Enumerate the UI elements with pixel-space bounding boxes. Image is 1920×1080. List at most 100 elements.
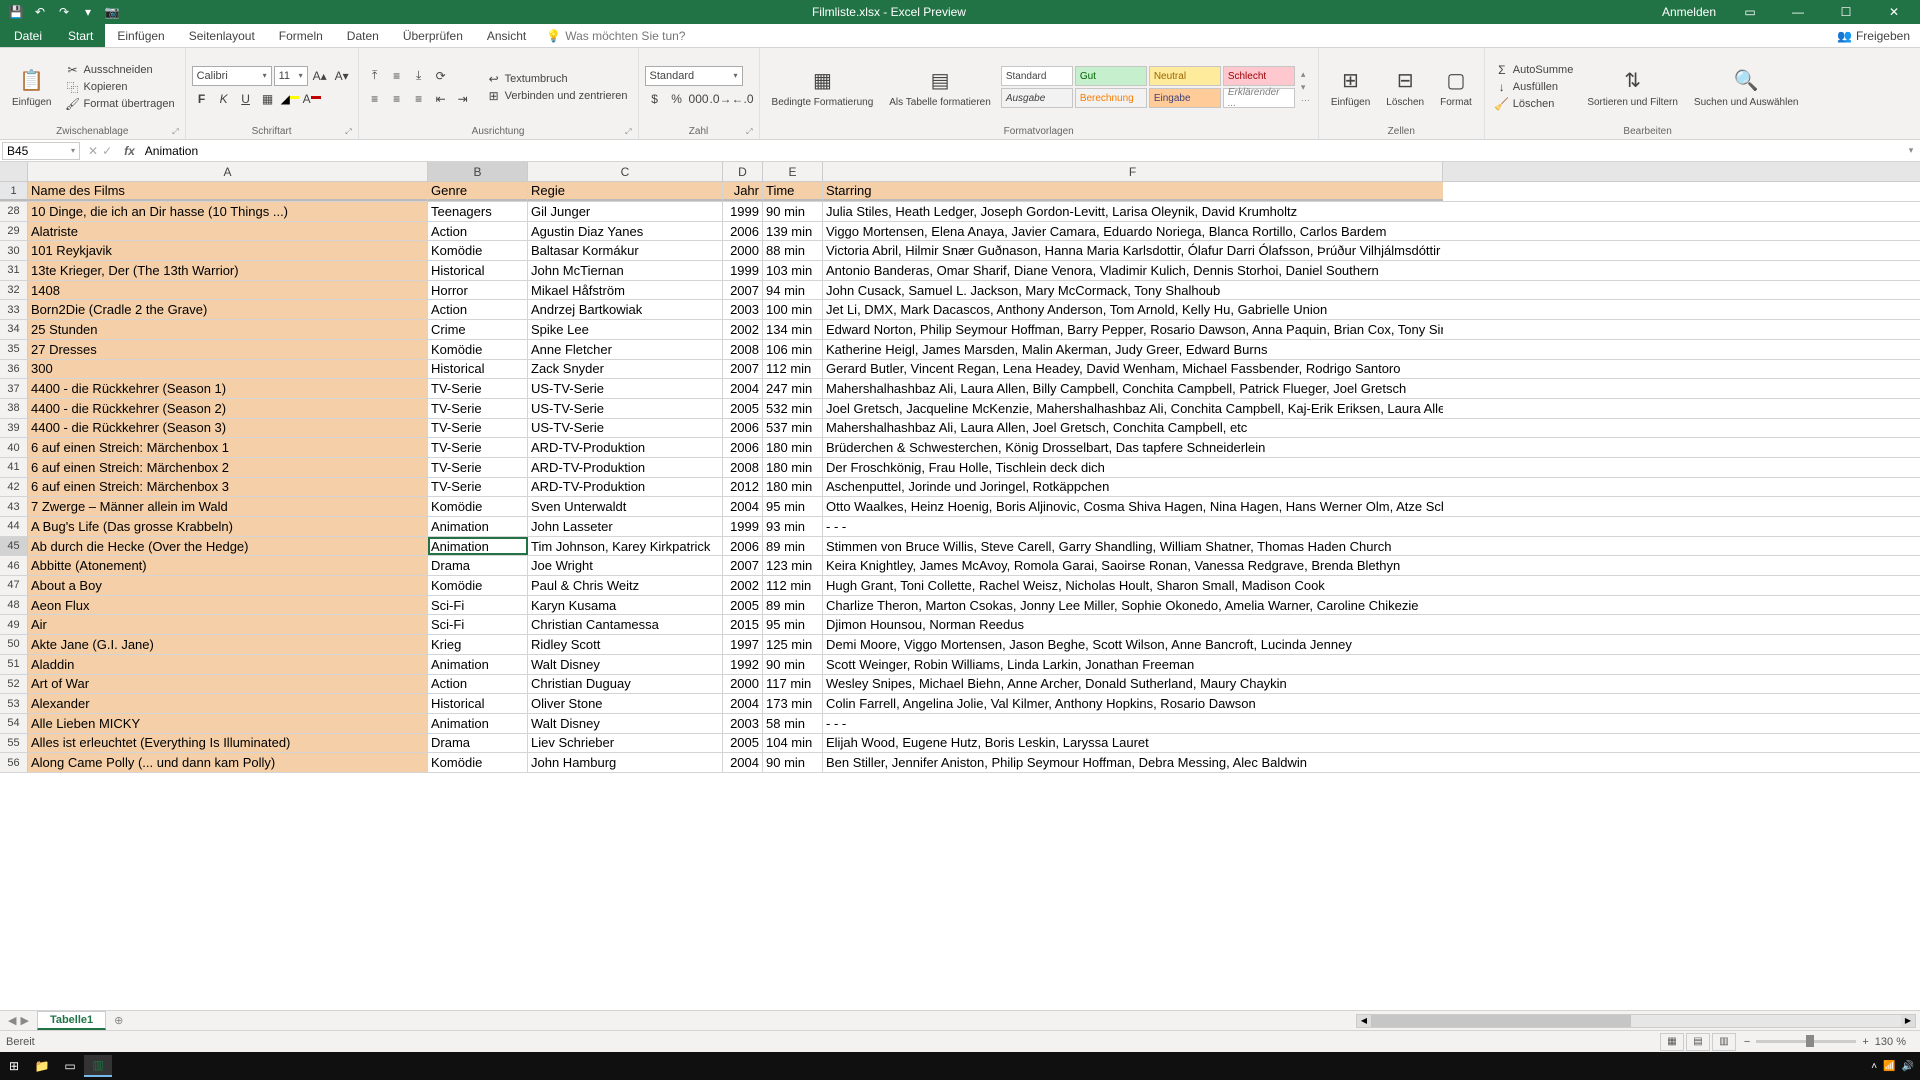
style-gut[interactable]: Gut	[1075, 66, 1147, 86]
row-head[interactable]: 31	[0, 261, 28, 280]
row-head[interactable]: 49	[0, 615, 28, 634]
cell-E[interactable]: 112 min	[763, 360, 823, 379]
row-head[interactable]: 42	[0, 478, 28, 497]
cell-A[interactable]: Aladdin	[28, 655, 428, 674]
clear-button[interactable]: 🧹Löschen	[1491, 96, 1578, 112]
cell-E[interactable]: 90 min	[763, 202, 823, 221]
cell-C[interactable]: Baltasar Kormákur	[528, 241, 723, 260]
cell-B[interactable]: Krieg	[428, 635, 528, 654]
cell-D[interactable]: 2015	[723, 615, 763, 634]
cell-A[interactable]: 4400 - die Rückkehrer (Season 1)	[28, 379, 428, 398]
align-center-icon[interactable]: ≡	[387, 89, 407, 109]
cell-A[interactable]: Aeon Flux	[28, 596, 428, 615]
cell-C[interactable]: US-TV-Serie	[528, 419, 723, 438]
row-head[interactable]: 35	[0, 340, 28, 359]
gallery-up-icon[interactable]: ▴	[1301, 69, 1310, 80]
row-head[interactable]: 32	[0, 281, 28, 300]
cell-A[interactable]: 6 auf einen Streich: Märchenbox 3	[28, 478, 428, 497]
cell-B[interactable]: Teenagers	[428, 202, 528, 221]
row-head[interactable]: 46	[0, 556, 28, 575]
autosum-button[interactable]: ΣAutoSumme	[1491, 62, 1578, 78]
cell-D[interactable]: 2003	[723, 714, 763, 733]
italic-button[interactable]: K	[214, 89, 234, 109]
tray-network-icon[interactable]: 📶	[1883, 1061, 1895, 1072]
cell-D[interactable]: 2002	[723, 320, 763, 339]
cell-C[interactable]: Joe Wright	[528, 556, 723, 575]
orientation-icon[interactable]: ⟳	[431, 66, 451, 86]
cell-C[interactable]: ARD-TV-Produktion	[528, 438, 723, 457]
align-top-icon[interactable]: ⤒	[365, 66, 385, 86]
cell-C[interactable]: Andrzej Bartkowiak	[528, 300, 723, 319]
wrap-text-button[interactable]: ↩Textumbruch	[483, 71, 632, 87]
cut-button[interactable]: ✂Ausschneiden	[61, 62, 178, 78]
row-head[interactable]: 29	[0, 222, 28, 241]
sign-in-link[interactable]: Anmelden	[1654, 5, 1724, 19]
cell-D[interactable]: 2004	[723, 753, 763, 772]
scroll-right-icon[interactable]: ▶	[1901, 1015, 1915, 1027]
number-format-select[interactable]: Standard▾	[645, 66, 743, 86]
cell-E[interactable]: 58 min	[763, 714, 823, 733]
cell-E[interactable]: 117 min	[763, 675, 823, 694]
cell-D[interactable]: 2007	[723, 556, 763, 575]
cell-E[interactable]: 104 min	[763, 734, 823, 753]
increase-font-icon[interactable]: A▴	[310, 66, 330, 86]
cell-F[interactable]: Keira Knightley, James McAvoy, Romola Ga…	[823, 556, 1443, 575]
cell-E[interactable]: 139 min	[763, 222, 823, 241]
cell-D[interactable]: 2000	[723, 675, 763, 694]
col-head-D[interactable]: D	[723, 162, 763, 181]
cell-F[interactable]: Der Froschkönig, Frau Holle, Tischlein d…	[823, 458, 1443, 477]
thousands-icon[interactable]: 000	[689, 89, 709, 109]
cell-A[interactable]: Born2Die (Cradle 2 the Grave)	[28, 300, 428, 319]
cell-A[interactable]: Akte Jane (G.I. Jane)	[28, 635, 428, 654]
cell-F[interactable]: Ben Stiller, Jennifer Aniston, Philip Se…	[823, 753, 1443, 772]
cell-F[interactable]: Gerard Butler, Vincent Regan, Lena Heade…	[823, 360, 1443, 379]
cell-B[interactable]: Historical	[428, 360, 528, 379]
name-box[interactable]: B45▾	[2, 142, 80, 160]
cell-D[interactable]: 2006	[723, 419, 763, 438]
cell-B[interactable]: Crime	[428, 320, 528, 339]
cell-C[interactable]: Karyn Kusama	[528, 596, 723, 615]
header-B[interactable]: Genre	[428, 182, 528, 201]
cell-A[interactable]: 7 Zwerge – Männer allein im Wald	[28, 497, 428, 516]
tab-formulas[interactable]: Formeln	[267, 24, 335, 47]
row-head[interactable]: 30	[0, 241, 28, 260]
cell-F[interactable]: Victoria Abril, Hilmir Snær Guðnason, Ha…	[823, 241, 1443, 260]
cell-C[interactable]: Zack Snyder	[528, 360, 723, 379]
cell-C[interactable]: Liev Schrieber	[528, 734, 723, 753]
cell-C[interactable]: Gil Junger	[528, 202, 723, 221]
sheet-tab-active[interactable]: Tabelle1	[37, 1011, 106, 1030]
font-color-button[interactable]: A	[302, 89, 322, 109]
cell-C[interactable]: Tim Johnson, Karey Kirkpatrick	[528, 537, 723, 556]
dialog-launcher-icon[interactable]: ⤢	[345, 127, 351, 137]
col-head-B[interactable]: B	[428, 162, 528, 181]
bold-button[interactable]: F	[192, 89, 212, 109]
sheet-nav-prev-icon[interactable]: ◀	[8, 1014, 16, 1027]
cell-A[interactable]: Alatriste	[28, 222, 428, 241]
cell-F[interactable]: Julia Stiles, Heath Ledger, Joseph Gordo…	[823, 202, 1443, 221]
conditional-formatting-button[interactable]: ▦Bedingte Formatierung	[766, 50, 880, 124]
taskbar-excel[interactable]: ▥	[84, 1055, 112, 1077]
zoom-level[interactable]: 130 %	[1875, 1036, 1906, 1048]
save-icon[interactable]: 💾	[8, 4, 24, 20]
cell-E[interactable]: 134 min	[763, 320, 823, 339]
header-D[interactable]: Jahr	[723, 182, 763, 201]
cell-A[interactable]: 4400 - die Rückkehrer (Season 2)	[28, 399, 428, 418]
header-C[interactable]: Regie	[528, 182, 723, 201]
insert-cells-button[interactable]: ⊞Einfügen	[1325, 50, 1376, 124]
cell-B[interactable]: Komödie	[428, 576, 528, 595]
cell-B[interactable]: Komödie	[428, 241, 528, 260]
cell-E[interactable]: 93 min	[763, 517, 823, 536]
enter-formula-icon[interactable]: ✓	[102, 144, 112, 158]
cell-C[interactable]: John Lasseter	[528, 517, 723, 536]
cell-D[interactable]: 2008	[723, 458, 763, 477]
style-berechnung[interactable]: Berechnung	[1075, 88, 1147, 108]
cell-B[interactable]: Sci-Fi	[428, 596, 528, 615]
cell-F[interactable]: Jet Li, DMX, Mark Dacascos, Anthony Ande…	[823, 300, 1443, 319]
cell-F[interactable]: Colin Farrell, Angelina Jolie, Val Kilme…	[823, 694, 1443, 713]
formula-input[interactable]: Animation	[141, 144, 1902, 158]
cell-E[interactable]: 173 min	[763, 694, 823, 713]
cell-F[interactable]: Joel Gretsch, Jacqueline McKenzie, Maher…	[823, 399, 1443, 418]
cell-D[interactable]: 2004	[723, 497, 763, 516]
cell-C[interactable]: Sven Unterwaldt	[528, 497, 723, 516]
scroll-thumb[interactable]	[1371, 1015, 1631, 1027]
